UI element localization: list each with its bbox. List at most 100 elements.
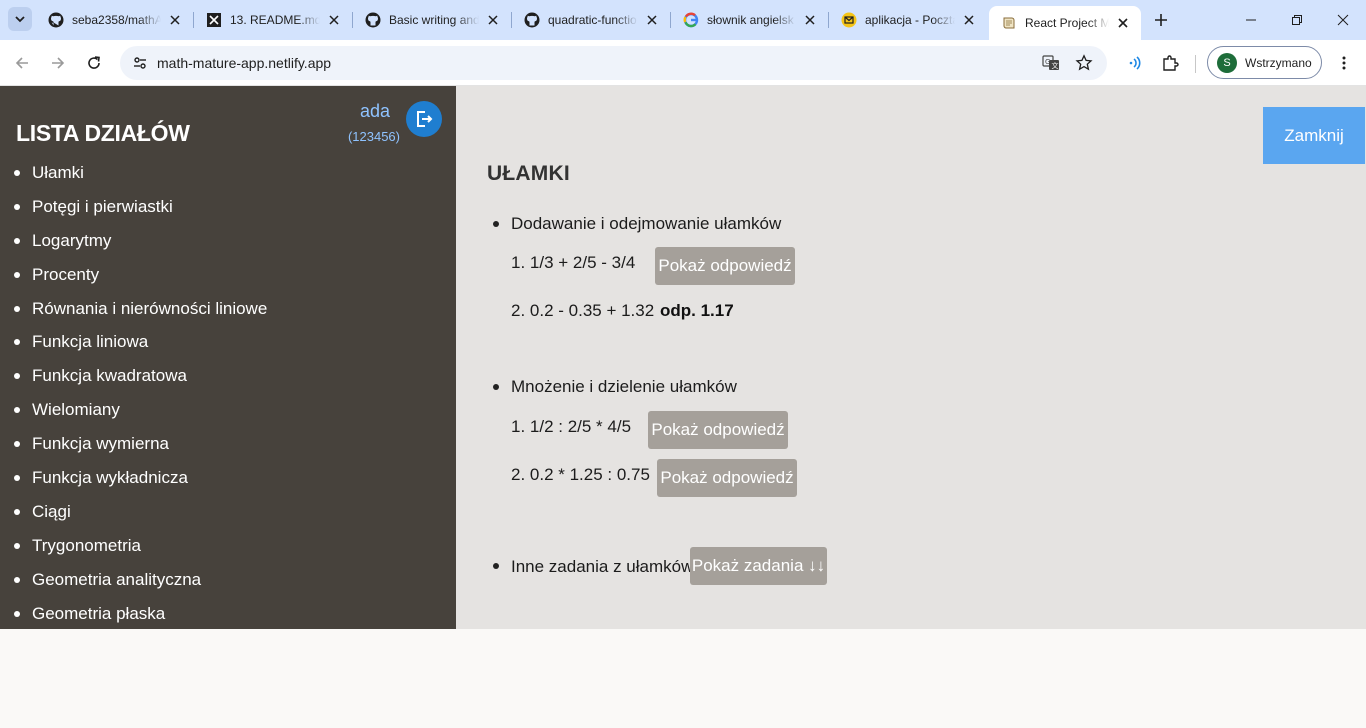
sidebar-item-rownania[interactable]: Równania i nierówności liniowe [14, 298, 267, 332]
section-heading: Dodawanie i odejmowanie ułamków [511, 214, 782, 233]
mail-icon [841, 12, 857, 28]
browser-menu-button[interactable] [1330, 49, 1358, 77]
url-text[interactable]: math-mature-app.netlify.app [157, 55, 331, 71]
close-tab-icon[interactable] [1115, 15, 1131, 31]
bullet [493, 384, 499, 390]
page-bottom-area [0, 629, 1366, 728]
task-text: 2. 0.2 * 1.25 : 0.75 [511, 465, 650, 484]
forward-button[interactable] [44, 49, 72, 77]
close-tab-icon[interactable] [485, 12, 501, 28]
logout-icon [417, 111, 433, 127]
browser-tab[interactable]: aplikacja - Poczta [829, 0, 987, 40]
github-icon [48, 12, 64, 28]
avatar: S [1217, 52, 1237, 73]
extensions-menu-button[interactable] [1156, 49, 1184, 77]
close-tab-icon[interactable] [961, 12, 977, 28]
wireless-icon [1129, 56, 1141, 70]
sidebar-item-funkcja-wykladnicza[interactable]: Funkcja wykładnicza [14, 467, 267, 501]
sidebar-item-procenty[interactable]: Procenty [14, 264, 267, 298]
kebab-menu-icon [1342, 56, 1346, 70]
notion-icon [206, 12, 222, 28]
github-icon [524, 12, 540, 28]
browser-tab[interactable]: słownik angielsk [671, 0, 828, 40]
browser-tab[interactable]: 13. README.md [194, 0, 352, 40]
web-page: LISTA DZIAŁÓW ada (123456) Ułamki Potęgi… [0, 86, 1366, 629]
close-icon [1337, 14, 1349, 26]
sidebar-item-trygonometria[interactable]: Trygonometria [14, 535, 267, 569]
browser-tab-strip: seba2358/mathA 13. README.md Basic writi… [0, 0, 1366, 40]
task-text: 2. 0.2 - 0.35 + 1.32 [511, 301, 655, 320]
arrow-left-icon [15, 57, 28, 69]
site-settings-icon[interactable] [128, 51, 152, 75]
browser-tab[interactable]: Basic writing and [353, 0, 511, 40]
show-answer-button[interactable]: Pokaż odpowiedź [655, 247, 795, 285]
back-button[interactable] [8, 49, 36, 77]
sidebar-item-geometria-analityczna[interactable]: Geometria analityczna [14, 569, 267, 603]
close-tab-icon[interactable] [644, 12, 660, 28]
sidebar-item-wielomiany[interactable]: Wielomiany [14, 399, 267, 433]
sidebar: LISTA DZIAŁÓW ada (123456) Ułamki Potęgi… [0, 86, 456, 629]
google-icon [683, 12, 699, 28]
address-bar[interactable]: math-mature-app.netlify.app G文 [120, 46, 1107, 80]
bullet [493, 563, 499, 569]
sidebar-title: LISTA DZIAŁÓW [16, 120, 190, 146]
new-tab-button[interactable] [1150, 9, 1172, 31]
browser-tab[interactable]: seba2358/mathA [36, 0, 193, 40]
plus-icon [1155, 14, 1167, 26]
sidebar-item-funkcja-liniowa[interactable]: Funkcja liniowa [14, 331, 267, 365]
section-heading: Inne zadania z ułamków [511, 557, 694, 576]
sidebar-item-funkcja-wymierna[interactable]: Funkcja wymierna [14, 433, 267, 467]
tab-title: słownik angielsk [707, 13, 794, 27]
translate-icon[interactable]: G文 [1041, 53, 1061, 73]
sidebar-item-potegi[interactable]: Potęgi i pierwiastki [14, 196, 267, 230]
section-heading: Mnożenie i dzielenie ułamków [511, 377, 737, 396]
profile-button[interactable]: S Wstrzymano [1207, 46, 1322, 79]
tab-title: seba2358/mathA [72, 13, 161, 27]
arrow-right-icon [52, 57, 65, 69]
browser-tab[interactable]: quadratic-functio [512, 0, 670, 40]
bullet [493, 221, 499, 227]
task-text: 1. 1/2 : 2/5 * 4/5 [511, 417, 632, 436]
tab-title: quadratic-functio [548, 13, 637, 27]
svg-text:G: G [1045, 58, 1050, 66]
sidebar-item-ciagi[interactable]: Ciągi [14, 501, 267, 535]
restore-icon [1292, 15, 1302, 25]
logout-button[interactable] [406, 101, 442, 137]
show-answer-button[interactable]: Pokaż odpowiedź [648, 411, 788, 449]
chevron-down-icon [15, 16, 25, 23]
restore-button[interactable] [1274, 0, 1320, 40]
browser-tab-active[interactable]: React Project Ma [989, 6, 1141, 40]
reload-button[interactable] [80, 49, 108, 77]
close-tab-icon[interactable] [326, 12, 342, 28]
tab-title: aplikacja - Poczta [865, 13, 955, 27]
tab-title: Basic writing and [389, 13, 479, 27]
main-content: Zamknij UŁAMKI Dodawanie i odejmowanie u… [456, 86, 1366, 629]
section-list: Ułamki Potęgi i pierwiastki Logarytmy Pr… [14, 162, 267, 636]
task-text: 1. 1/3 + 2/5 - 3/4 [511, 253, 636, 272]
show-answer-button[interactable]: Pokaż odpowiedź [657, 459, 797, 497]
minimize-icon [1246, 19, 1256, 21]
sidebar-item-logarytmy[interactable]: Logarytmy [14, 230, 267, 264]
github-icon [365, 12, 381, 28]
user-id: (123456) [347, 129, 400, 144]
close-button[interactable]: Zamknij [1263, 107, 1365, 164]
tab-title: 13. README.md [230, 13, 320, 27]
show-tasks-button[interactable]: Pokaż zadania ↓↓ [690, 547, 827, 585]
tab-title: React Project Ma [1025, 16, 1109, 30]
profile-status: Wstrzymano [1245, 55, 1312, 70]
minimize-button[interactable] [1228, 0, 1274, 40]
sidebar-item-ulamki[interactable]: Ułamki [14, 162, 267, 196]
reload-icon [88, 56, 100, 69]
scroll-icon [1001, 15, 1017, 31]
svg-text:文: 文 [1052, 61, 1059, 70]
user-name: ada [359, 101, 390, 121]
close-tab-icon[interactable] [802, 12, 818, 28]
bookmark-star-icon[interactable] [1074, 53, 1094, 73]
window-close-button[interactable] [1320, 0, 1366, 40]
puzzle-icon [1163, 55, 1179, 71]
sidebar-item-funkcja-kwadratowa[interactable]: Funkcja kwadratowa [14, 365, 267, 399]
tab-search-button[interactable] [8, 7, 32, 31]
page-title: UŁAMKI [487, 162, 570, 185]
close-tab-icon[interactable] [167, 12, 183, 28]
extension-button[interactable] [1120, 49, 1148, 77]
